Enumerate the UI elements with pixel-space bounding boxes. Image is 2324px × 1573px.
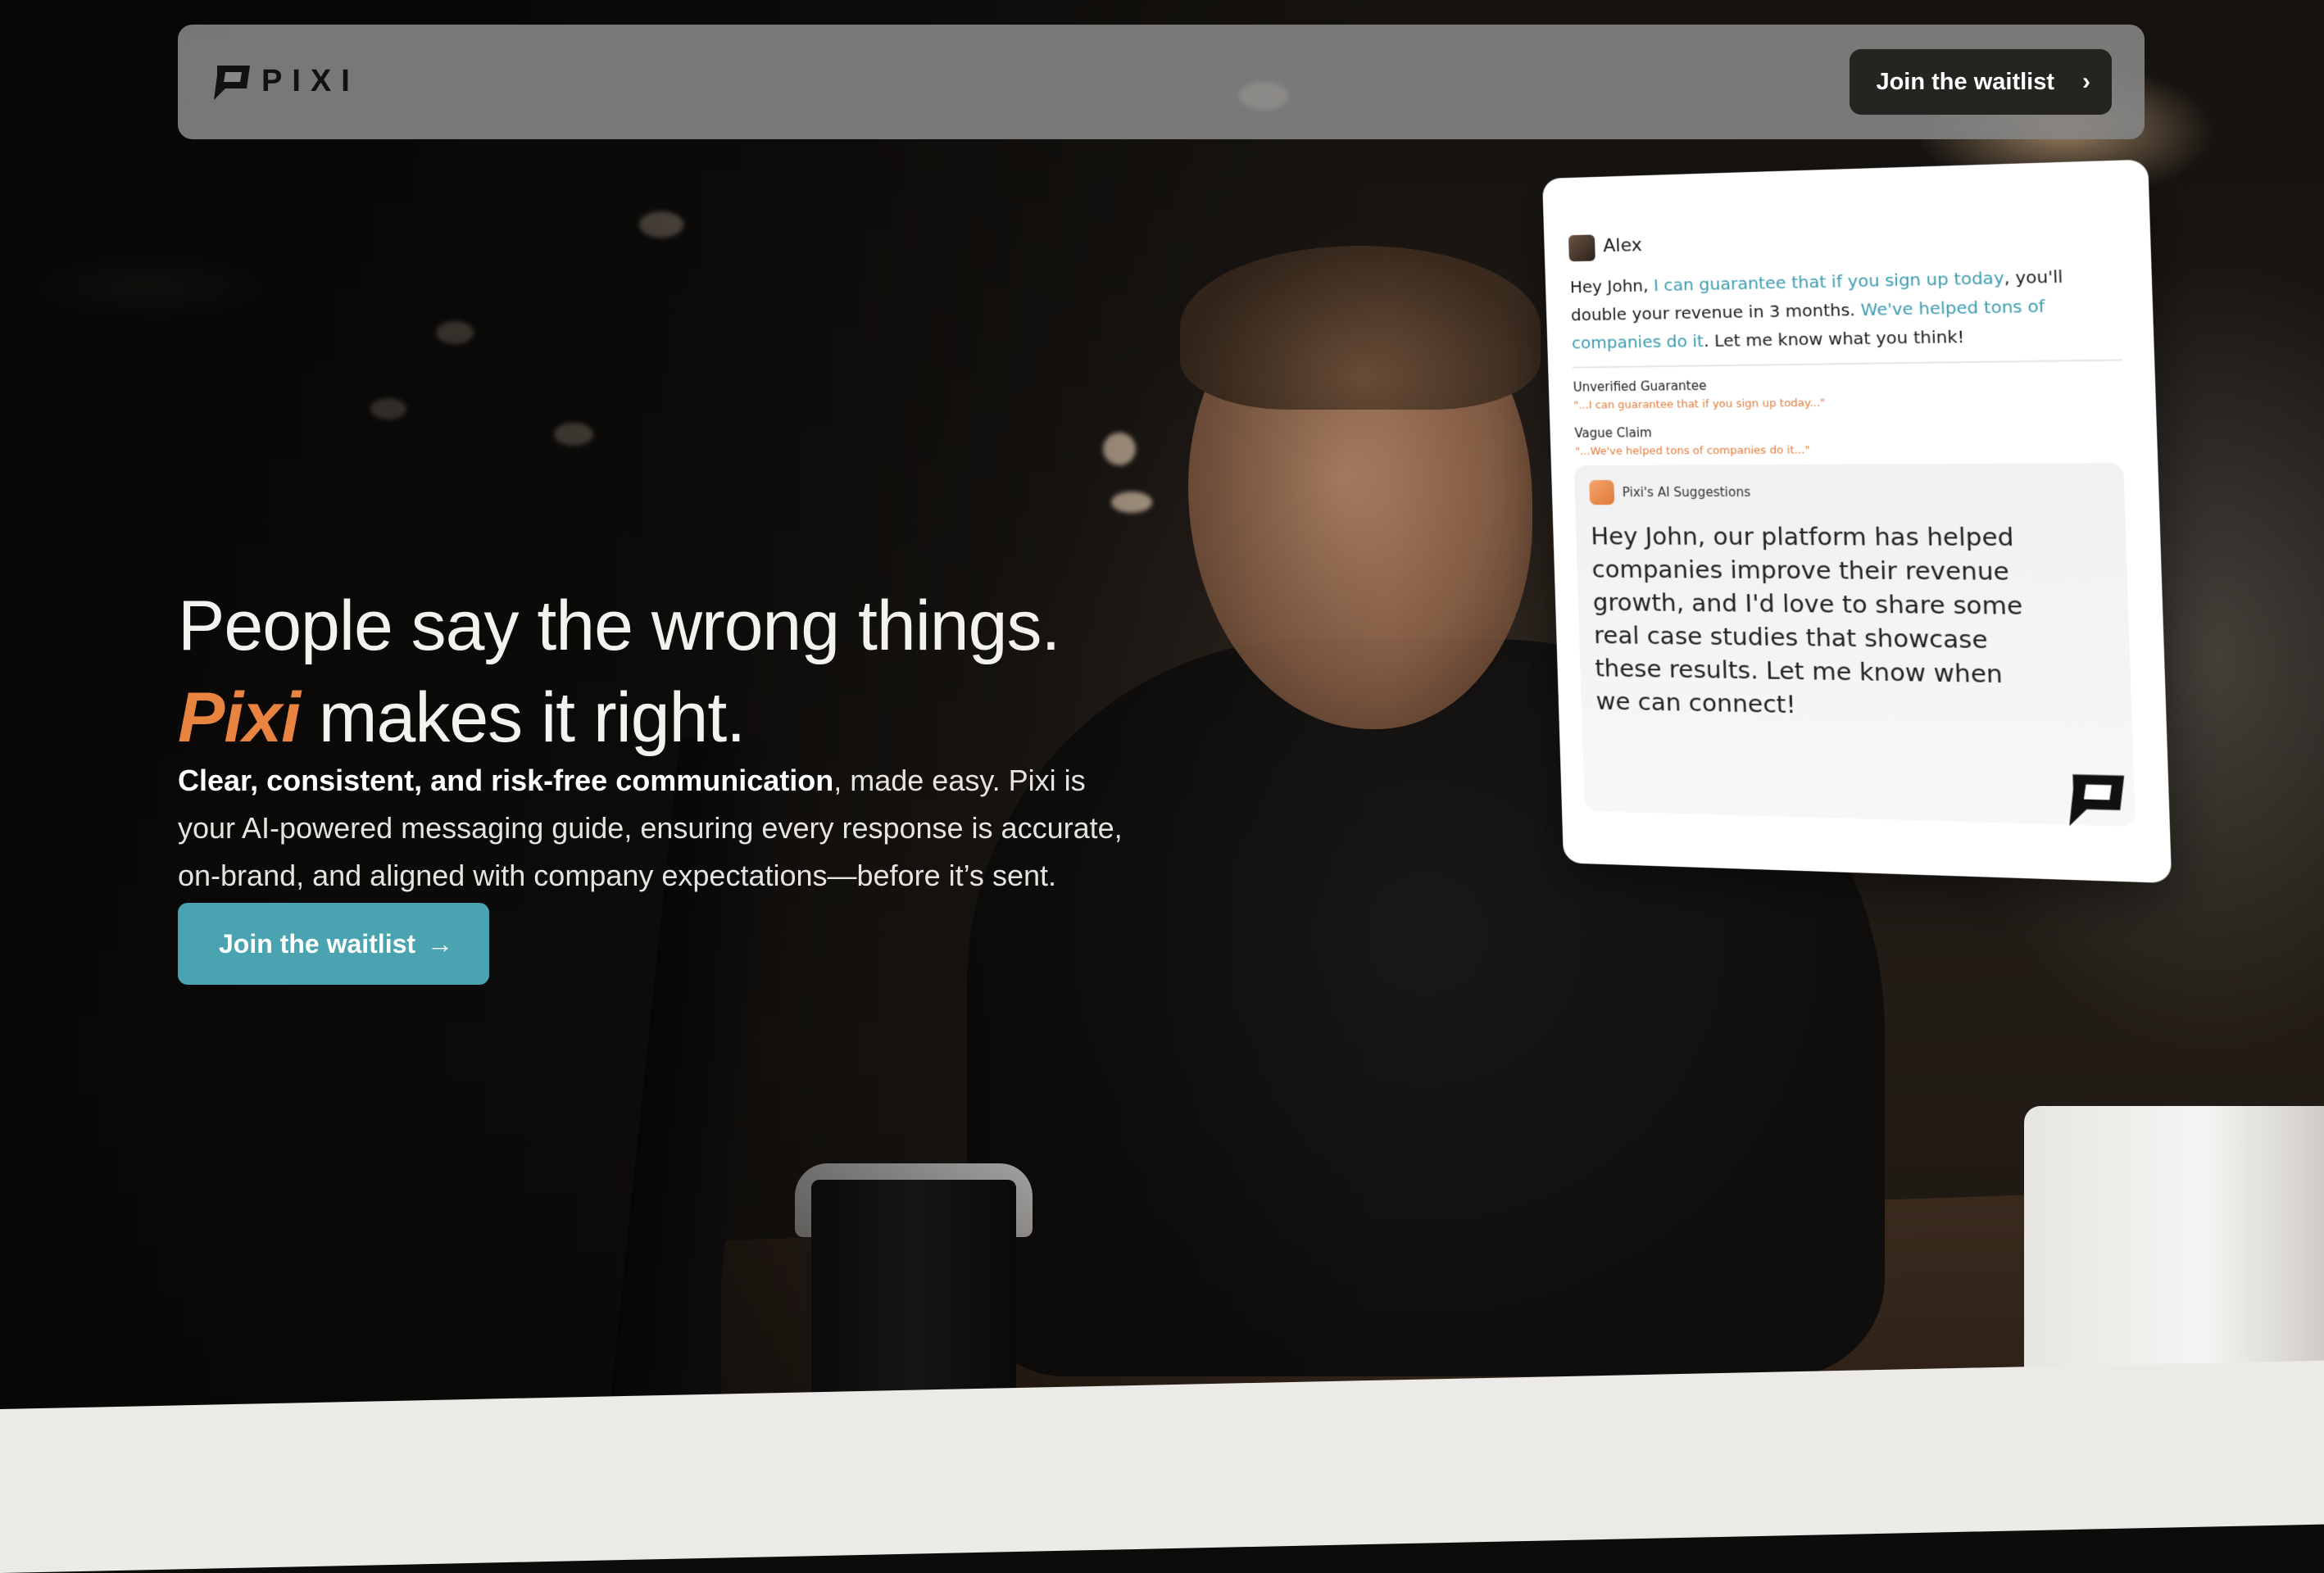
flag-quote: "...We've helped tons of companies do it… bbox=[1574, 444, 1810, 458]
pixi-suggestion-icon bbox=[1589, 479, 1615, 505]
hero-subcopy: Clear, consistent, and risk-free communi… bbox=[178, 757, 1145, 900]
flag-title: Unverified Guarantee bbox=[1573, 378, 1707, 395]
headline-brand: Pixi bbox=[178, 678, 301, 757]
original-message: Hey John, I can guarantee that if you si… bbox=[1569, 261, 2122, 356]
join-waitlist-nav-button[interactable]: Join the waitlist › bbox=[1850, 49, 2112, 115]
pixi-logo-icon bbox=[2068, 774, 2127, 828]
message-highlight: I can guarantee that if you sign up toda… bbox=[1653, 267, 2004, 296]
join-waitlist-hero-label: Join the waitlist bbox=[219, 928, 416, 959]
suggestion-text: Hey John, our platform has helped compan… bbox=[1590, 522, 2023, 719]
pixi-logo-icon[interactable] bbox=[209, 59, 255, 105]
card-divider bbox=[1572, 359, 2122, 369]
brand-wordmark[interactable]: PIXI bbox=[261, 64, 360, 99]
arrow-right-icon: → bbox=[427, 928, 454, 959]
message-review-card: Alex Hey John, I can guarantee that if y… bbox=[1542, 159, 2172, 884]
sender-name: Alex bbox=[1602, 234, 1643, 257]
message-part: . Let me know what you think! bbox=[1703, 326, 1965, 351]
suggestion-label: Pixi's AI Suggestions bbox=[1622, 484, 1751, 501]
chevron-right-icon: › bbox=[2082, 68, 2090, 95]
navbar: PIXI Join the waitlist › bbox=[178, 25, 2145, 139]
flag-title: Vague Claim bbox=[1574, 425, 1653, 441]
subcopy-bold: Clear, consistent, and risk-free communi… bbox=[178, 764, 834, 797]
headline-line-2: makes it right. bbox=[299, 678, 746, 757]
headline-line-1: People say the wrong things. bbox=[178, 586, 1060, 665]
hero-headline: People say the wrong things. Pixi makes … bbox=[178, 580, 1060, 764]
join-waitlist-hero-button[interactable]: Join the waitlist → bbox=[178, 903, 490, 985]
sender-avatar bbox=[1568, 234, 1595, 262]
message-part: Hey John, bbox=[1569, 275, 1654, 297]
flag-quote: "...I can guarantee that if you sign up … bbox=[1573, 397, 1826, 412]
join-waitlist-nav-label: Join the waitlist bbox=[1876, 68, 2054, 95]
ai-suggestion-panel: Pixi's AI Suggestions Hey John, our plat… bbox=[1573, 463, 2136, 827]
